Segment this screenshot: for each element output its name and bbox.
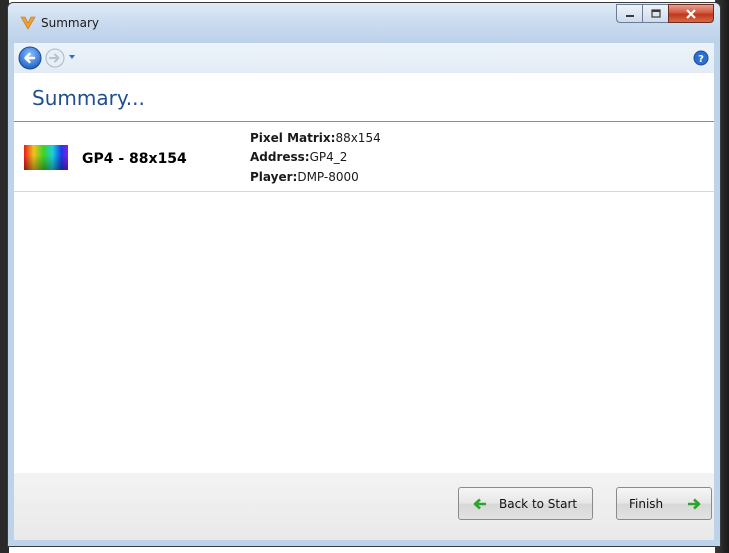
app-logo-icon [20, 16, 36, 30]
maximize-button[interactable] [642, 4, 668, 23]
window-controls [616, 4, 714, 24]
close-button[interactable] [668, 4, 714, 23]
history-dropdown-icon[interactable] [68, 53, 76, 61]
summary-window: Summary ? Summary... GP4 - 88x154 Pixel … [7, 2, 721, 547]
detail-address: Address:GP4_2 [250, 150, 347, 164]
forward-arrow-icon[interactable] [45, 48, 65, 68]
back-to-start-button[interactable]: Back to Start [458, 487, 593, 520]
list-item[interactable]: GP4 - 88x154 Pixel Matrix:88x154 Address… [14, 122, 714, 192]
close-icon [686, 8, 696, 19]
detail-value: GP4_2 [309, 150, 348, 164]
detail-label: Address: [250, 150, 310, 164]
minimize-icon [625, 14, 634, 17]
left-arrow-icon [473, 498, 486, 509]
navigation-bar: ? [14, 43, 714, 73]
title-bar[interactable]: Summary [8, 3, 720, 43]
detail-player: Player:DMP-8000 [250, 170, 359, 184]
back-arrow-icon[interactable] [18, 46, 42, 70]
wizard-content: ? Summary... GP4 - 88x154 Pixel Matrix:8… [14, 43, 714, 540]
back-to-start-label: Back to Start [499, 496, 578, 511]
maximize-icon [650, 9, 661, 18]
wizard-footer: Back to Start Finish [14, 473, 714, 540]
right-arrow-icon [688, 498, 701, 509]
detail-pixel-matrix: Pixel Matrix:88x154 [250, 131, 381, 145]
pixel-matrix-preview-icon [24, 145, 68, 170]
window-title: Summary [41, 16, 99, 30]
svg-text:?: ? [698, 54, 704, 65]
item-name: GP4 - 88x154 [82, 151, 187, 167]
minimize-button[interactable] [616, 4, 642, 23]
detail-label: Pixel Matrix: [250, 131, 336, 145]
help-icon[interactable]: ? [693, 50, 709, 66]
detail-value: 88x154 [335, 131, 381, 145]
page-title: Summary... [32, 86, 145, 110]
detail-value: DMP-8000 [297, 170, 359, 184]
finish-label: Finish [629, 496, 664, 511]
detail-label: Player: [250, 170, 298, 184]
summary-list: GP4 - 88x154 Pixel Matrix:88x154 Address… [14, 121, 714, 475]
finish-button[interactable]: Finish [616, 487, 712, 520]
